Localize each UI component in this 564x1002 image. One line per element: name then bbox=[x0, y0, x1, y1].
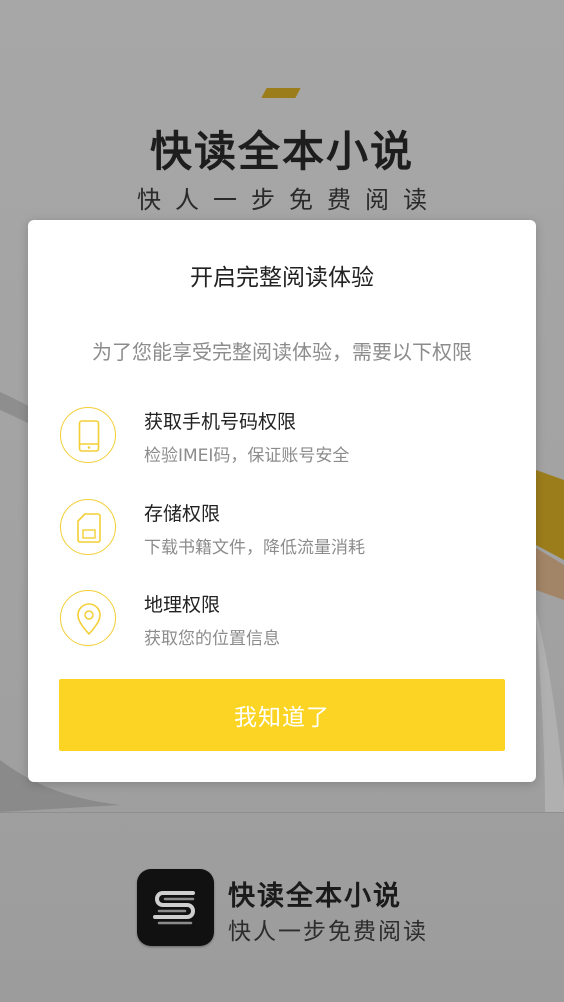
app-name: 快读全本小说 bbox=[228, 881, 402, 912]
dialog-description: 为了您能享受完整阅读体验，需要以下权限 bbox=[92, 340, 472, 364]
permission-name: 获取手机号码权限 bbox=[144, 411, 297, 433]
permission-name: 地理权限 bbox=[144, 594, 221, 616]
permission-detail: 获取您的位置信息 bbox=[144, 629, 280, 649]
splash-title: 快读全本小说 bbox=[149, 127, 414, 176]
location-pin-icon bbox=[60, 590, 116, 646]
brand-accent-mark bbox=[261, 88, 301, 98]
permission-name: 存储权限 bbox=[144, 503, 221, 525]
permission-dialog: 开启完整阅读体验 为了您能享受完整阅读体验，需要以下权限 获取手机号码权限 检验… bbox=[28, 220, 536, 782]
permission-item-phone: 获取手机号码权限 检验IMEI码，保证账号安全 bbox=[60, 407, 500, 469]
splash-subtitle: 快人一步免费阅读 bbox=[137, 186, 441, 214]
sd-card-icon bbox=[60, 499, 116, 555]
footer-divider bbox=[0, 812, 564, 813]
permission-item-location: 地理权限 获取您的位置信息 bbox=[60, 590, 500, 652]
app-logo-icon bbox=[137, 869, 214, 946]
permission-detail: 下载书籍文件，降低流量消耗 bbox=[144, 538, 365, 558]
permission-detail: 检验IMEI码，保证账号安全 bbox=[144, 446, 350, 466]
phone-icon bbox=[60, 407, 116, 463]
confirm-button[interactable]: 我知道了 bbox=[59, 679, 505, 751]
permission-item-storage: 存储权限 下载书籍文件，降低流量消耗 bbox=[60, 499, 500, 561]
dialog-title: 开启完整阅读体验 bbox=[190, 265, 374, 291]
app-slogan: 快人一步免费阅读 bbox=[228, 919, 428, 945]
